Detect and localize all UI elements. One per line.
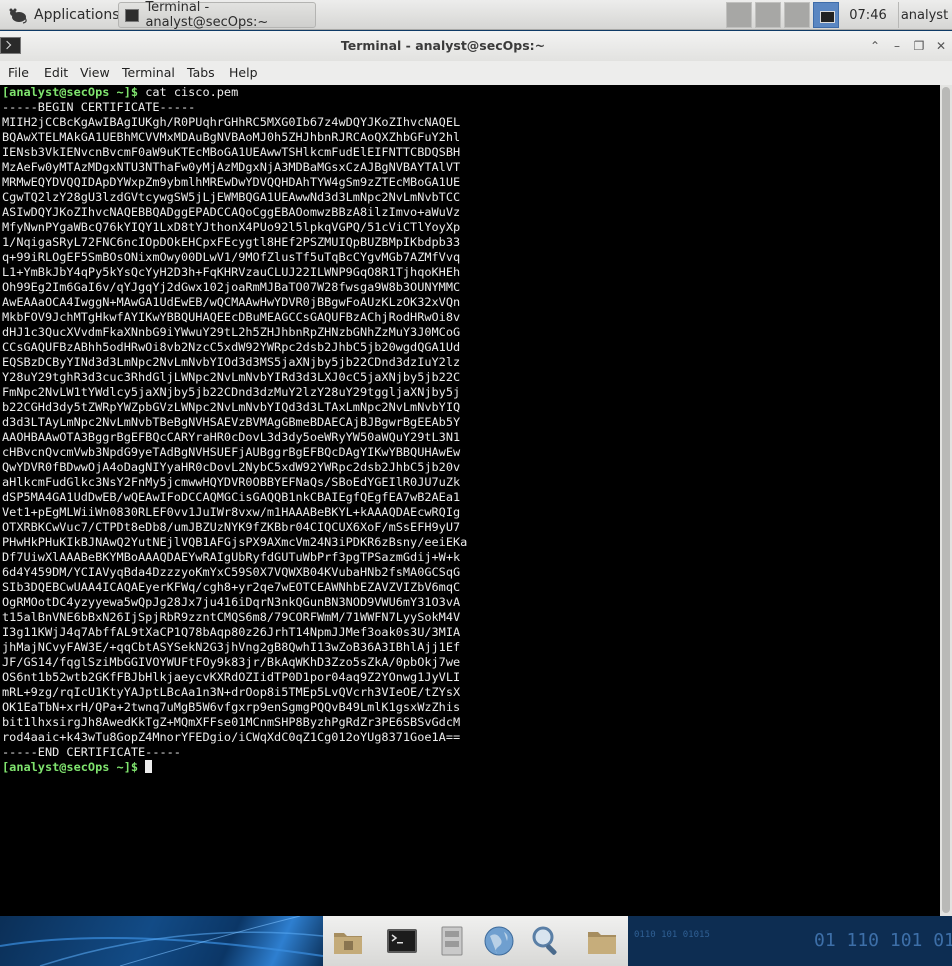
maximize-button[interactable]: ❐ bbox=[910, 38, 928, 54]
output-line: OK1EaTbN+xrH/QPa+2twnq7uMgB5W6vfgxrp9enS… bbox=[2, 700, 461, 714]
workspace-3[interactable] bbox=[784, 2, 810, 28]
text-cursor bbox=[145, 760, 153, 773]
web-browser-icon[interactable] bbox=[482, 924, 516, 958]
output-line: mRL+9zg/rqIcU1KtyYAJptLBcAa1n3N+drOop8i5… bbox=[2, 685, 461, 699]
output-line: MRMwEQYDVQQIDApDYWxpZm9ybmlhMREwDwYDVQQH… bbox=[2, 175, 461, 189]
terminal-window: Terminal - analyst@secOps:~ ⌃ – ❐ ✕ File… bbox=[0, 31, 952, 916]
menu-view[interactable]: View bbox=[80, 65, 110, 80]
close-button[interactable]: ✕ bbox=[932, 38, 950, 54]
prompt: [analyst@secOps ~]$ bbox=[2, 85, 139, 99]
menu-tabs[interactable]: Tabs bbox=[187, 65, 215, 80]
minimize-button[interactable]: – bbox=[888, 38, 906, 54]
output-line: Oh99Eg2Im6GaI6v/qYJgqYj2dGwx102joaRmMJBa… bbox=[2, 280, 461, 294]
output-line: IENsb3VkIENvcnBvcmF0aW9uKTEcMBoGA1UEAwwT… bbox=[2, 145, 461, 159]
clock[interactable]: 07:46 bbox=[842, 2, 894, 28]
menu-edit[interactable]: Edit bbox=[44, 65, 68, 80]
output-line: Y28uY29tghR3d3cuc3RhdGljLWNpc2NvLmNvbYIR… bbox=[2, 370, 461, 384]
output-line: rod4aaic+k43wTu8GopZ4MnorYFEDgio/iCWqXdC… bbox=[2, 730, 461, 744]
output-line: CCsGAQUFBzABhh5odHRwOi8vb2NzcC5xdW92YWRp… bbox=[2, 340, 461, 354]
workspace-1[interactable] bbox=[726, 2, 752, 28]
output-line: Df7UiwXlAAABeBKYMBoAAAQDAEYwRAIgUbRyfdGU… bbox=[2, 550, 461, 564]
output-line: FmNpc2NvLW1tYWdlcy5jaXNjby5jb22CDnd3dzMu… bbox=[2, 385, 461, 399]
output-line: QwYDVR0fBDwwOjA4oDagNIYyaHR0cDovL2NybC5x… bbox=[2, 460, 461, 474]
window-up-icon[interactable]: ⌃ bbox=[866, 38, 884, 54]
output-line: JF/GS14/fqglSziMbGGIVOYWUFtFOy9k83jr/BkA… bbox=[2, 655, 461, 669]
output-line: BQAwXTELMAkGA1UEBhMCVVMxMDAuBgNVBAoMJ0h5… bbox=[2, 130, 461, 144]
workspace-2[interactable] bbox=[755, 2, 781, 28]
output-line: I3g11KWjJ4q7AbffAL9tXaCP1Q78bAqp80z26Jrh… bbox=[2, 625, 461, 639]
dock bbox=[323, 916, 628, 966]
menubar: File Edit View Terminal Tabs Help bbox=[0, 61, 952, 85]
output-line: aHlkcmFudGlkc3NsY2FnMy5jcmwwHQYDVR0OBBYE… bbox=[2, 475, 461, 489]
desktop-background-right: 0110 101 01015 01 110 101 011 bbox=[628, 916, 952, 966]
output-line: L1+YmBkJbY4qPy5kYsQcYyH2D3h+FqKHRVzauCLU… bbox=[2, 265, 461, 279]
output-line: SIb3DQEBCwUAA4ICAQAEyerKFWq/cgh8+yr2qe7w… bbox=[2, 580, 461, 594]
output-line: jhMajNCvyFAW3E/+qqCbtASYSekN2G3jhVng2gB8… bbox=[2, 640, 461, 654]
output-line: 1/NqigaSRyL72FNC6ncIOpDOkEHCpxFEcygtl8HE… bbox=[2, 235, 461, 249]
output-line: PHwHkPHuKIkBJNAwQ2YutNEjlVQB1AFGjsPX9AXm… bbox=[2, 535, 468, 549]
output-line: MzAeFw0yMTAzMDgxNTU3NThaFw0yMjAzMDgxNjA3… bbox=[2, 160, 461, 174]
output-line: b22CGHd3dy5tZWRpYWZpbGVzLWNpc2NvLmNvbYIQ… bbox=[2, 400, 461, 414]
applications-label: Applications bbox=[34, 7, 120, 23]
output-line: MfyNwnPYgaWBcQ76kYIQY1LxD8tYJthonX4PUo92… bbox=[2, 220, 461, 234]
workspace-window-thumb bbox=[820, 11, 835, 23]
desktop-wave-graphic bbox=[0, 916, 323, 966]
desktop-background-left bbox=[0, 916, 323, 966]
menu-help[interactable]: Help bbox=[229, 65, 258, 80]
search-icon[interactable] bbox=[529, 924, 563, 958]
output-line: t15alBnVNE6bBxN26IjSpjRbR9zzntCMQS6m8/79… bbox=[2, 610, 461, 624]
output-line: AwEAAaOCA4IwggN+MAwGA1UdEwEB/wQCMAAwHwYD… bbox=[2, 295, 461, 309]
output-line: bit1lhxsirgJh8AwedKkTgZ+MQmXFFse01MCnmSH… bbox=[2, 715, 461, 729]
scrollbar[interactable] bbox=[940, 85, 952, 916]
desktop-binary-large: 01 110 101 011 bbox=[814, 930, 952, 951]
menu-terminal[interactable]: Terminal bbox=[122, 65, 175, 80]
output-line: OTXRBKCwVuc7/CTPDt8eDb8/umJBZUzNYK9fZKBb… bbox=[2, 520, 461, 534]
top-panel: Applications Terminal - analyst@secOps:~… bbox=[0, 0, 952, 30]
output-line: OS6nt1b52wtb2GKfFBJbHlkjaeycvKXRdOZIidTP… bbox=[2, 670, 461, 684]
xfce-mouse-icon bbox=[9, 8, 27, 24]
terminal-output[interactable]: [analyst@secOps ~]$ cat cisco.pem -----B… bbox=[0, 85, 940, 916]
output-line: AAOHBAAwOTA3BggrBgEFBQcCARYraHR0cDovL3d3… bbox=[2, 430, 461, 444]
file-manager-icon[interactable] bbox=[331, 924, 365, 958]
output-line: dHJ1c3QucXVvdmFkaXNnbG9iYWwuY29tL2h5ZHJh… bbox=[2, 325, 461, 339]
applications-menu-button[interactable]: Applications bbox=[2, 2, 126, 28]
window-titlebar[interactable]: Terminal - analyst@secOps:~ ⌃ – ❐ ✕ bbox=[0, 31, 952, 61]
prompt-line: [analyst@secOps ~]$ bbox=[0, 760, 940, 775]
output-line: Vet1+pEgMLWiiWn0830RLEF0vv1JuIWr8vxw/m1H… bbox=[2, 505, 461, 519]
output-line: -----BEGIN CERTIFICATE----- bbox=[2, 100, 196, 114]
output-line: EQSBzDCByYINd3d3LmNpc2NvLmNvbYIOd3d3MS5j… bbox=[2, 355, 461, 369]
workspace-4[interactable] bbox=[813, 2, 839, 28]
command-text: cat cisco.pem bbox=[138, 85, 239, 99]
output-line: OgRMOotDC4yzyyewa5wQpJg28Jx7ju416iDqrN3n… bbox=[2, 595, 461, 609]
window-title: Terminal - analyst@secOps:~ bbox=[340, 38, 546, 53]
command-line: [analyst@secOps ~]$ cat cisco.pem bbox=[0, 85, 940, 100]
output-line: ASIwDQYJKoZIhvcNAQEBBQADggEPADCCAQoCggEB… bbox=[2, 205, 461, 219]
output-line: 6d4Y459DM/YCIAVyqBda4DzzzyoKmYxC59S0X7VQ… bbox=[2, 565, 461, 579]
scrollbar-thumb[interactable] bbox=[942, 87, 950, 913]
menu-file[interactable]: File bbox=[8, 65, 29, 80]
output-line: -----END CERTIFICATE----- bbox=[2, 745, 181, 759]
archive-icon[interactable] bbox=[435, 924, 469, 958]
terminal-icon bbox=[125, 8, 140, 22]
desktop-binary-small: 0110 101 01015 bbox=[634, 930, 710, 940]
output-line: cHBvcnQvcmVwb3NpdG9yeTAdBgNVHSUEFjAUBggr… bbox=[2, 445, 461, 459]
output-line: MIIH2jCCBcKgAwIBAgIUKgh/R0PUqhrGHhRC5MXG… bbox=[2, 115, 461, 129]
output-line: d3d3LTAyLmNpc2NvLmNvbTBeBgNVHSAEVzBVMAgG… bbox=[2, 415, 461, 429]
taskbar-terminal-label: Terminal - analyst@secOps:~ bbox=[145, 0, 269, 30]
taskbar-terminal-button[interactable]: Terminal - analyst@secOps:~ bbox=[118, 0, 316, 30]
output-line: dSP5MA4GA1UdDwEB/wQEAwIFoDCCAQMGCisGAQQB… bbox=[2, 490, 461, 504]
user-menu-button[interactable]: analyst bbox=[898, 2, 950, 28]
folder-icon[interactable] bbox=[585, 924, 619, 958]
prompt: [analyst@secOps ~]$ bbox=[2, 760, 139, 774]
terminal-icon[interactable] bbox=[385, 924, 419, 958]
output-line: CgwTQ2lzY28gU3lzdGVtcywgSW5jLjEWMBQGA1UE… bbox=[2, 190, 461, 204]
output-line: q+99iRLOgEF5SmBOsONixmOwy00DLwV1/9MOfZlu… bbox=[2, 250, 461, 264]
output-line: MkbFOV9JchMTgHkwfAYIKwYBBQUHAQEEcDBuMEAG… bbox=[2, 310, 461, 324]
